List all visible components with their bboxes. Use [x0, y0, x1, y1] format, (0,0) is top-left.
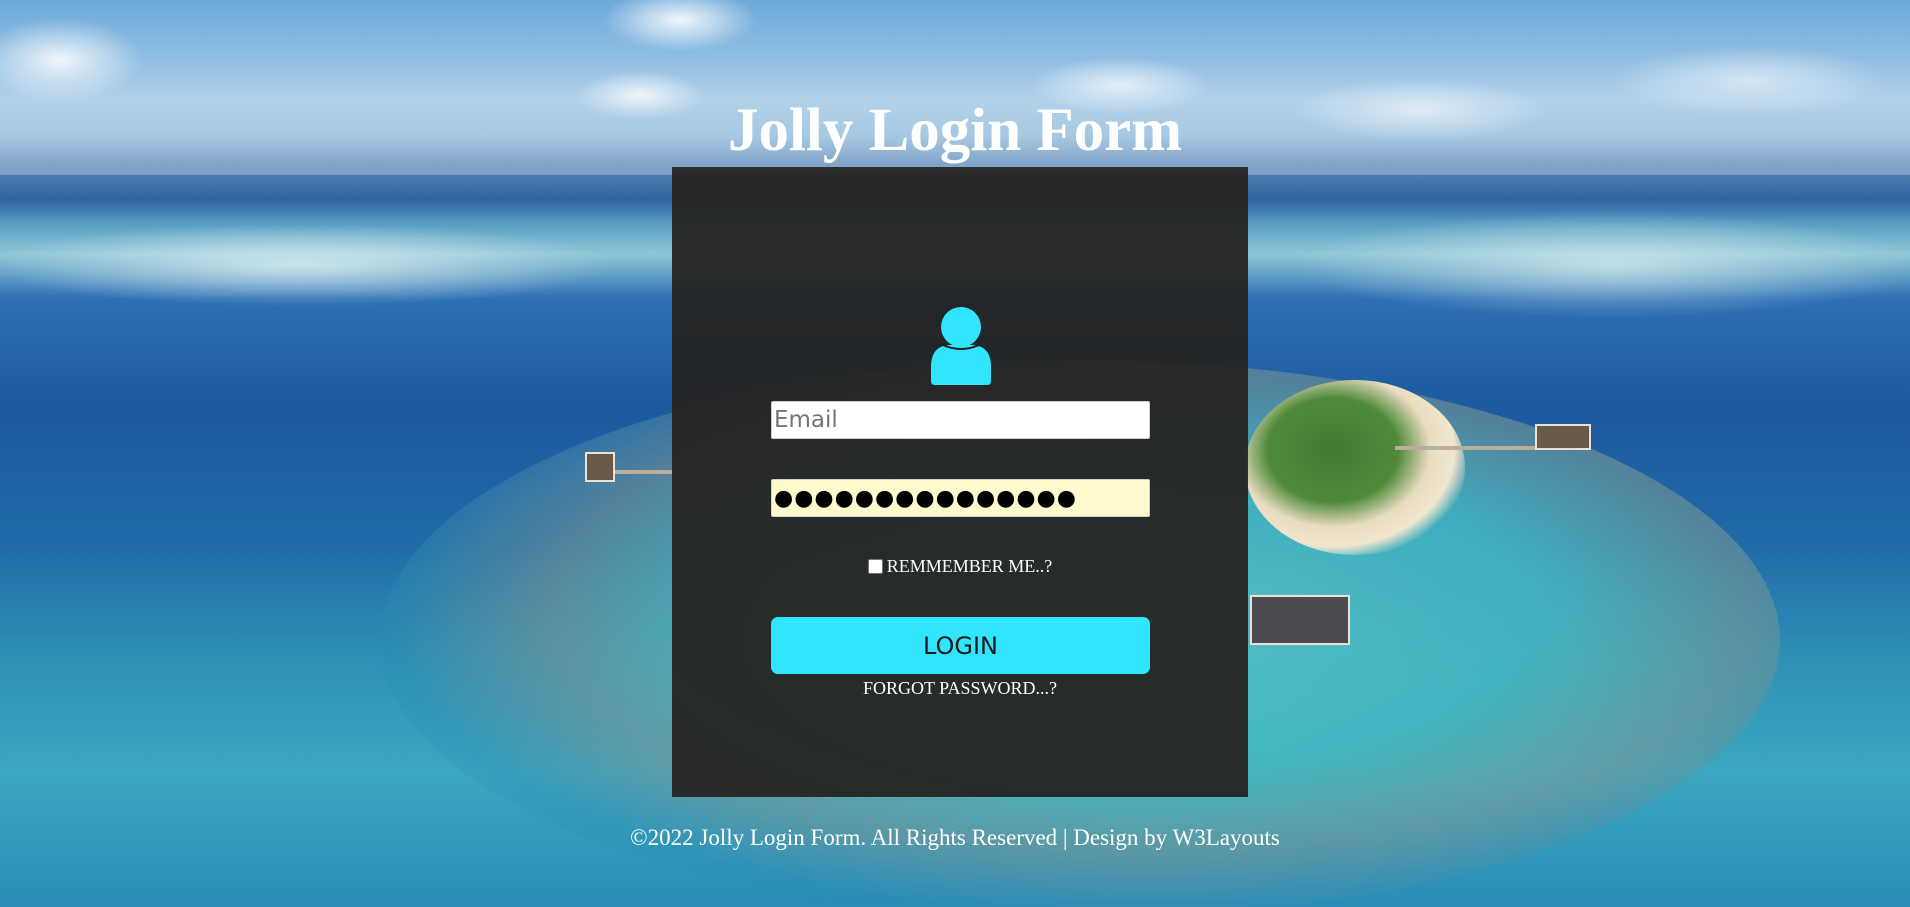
email-field[interactable]	[771, 401, 1150, 439]
login-button[interactable]: LOGIN	[771, 617, 1150, 674]
page-title: Jolly Login Form	[727, 97, 1183, 164]
background-shallows-left	[0, 200, 650, 340]
background-hut	[1535, 424, 1591, 450]
background-hut	[585, 452, 615, 482]
remember-me-checkbox[interactable]	[867, 559, 883, 574]
forgot-password-link[interactable]: FORGOT PASSWORD...?	[672, 678, 1248, 699]
password-field[interactable]	[771, 479, 1150, 517]
login-card: REMMEMBER ME..? LOGIN FORGOT PASSWORD...…	[672, 167, 1248, 797]
remember-me-label: REMMEMBER ME..?	[886, 556, 1053, 576]
footer-text: ©2022 Jolly Login Form. All Rights Reser…	[630, 825, 1280, 850]
user-icon	[931, 307, 991, 385]
background-hut	[1250, 595, 1350, 645]
remember-me-row[interactable]: REMMEMBER ME..?	[672, 556, 1248, 577]
background-shallows-right	[1250, 185, 1910, 345]
background-island	[1245, 380, 1465, 555]
